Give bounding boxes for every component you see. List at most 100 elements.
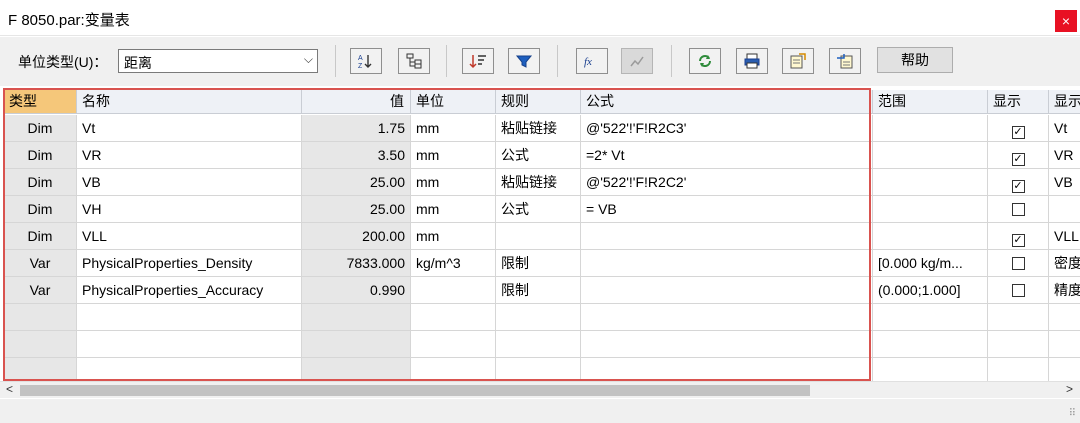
table-cell-show[interactable]	[988, 196, 1049, 223]
table-cell-value[interactable]: 1.75	[302, 115, 411, 142]
table-cell-formula[interactable]	[581, 304, 873, 331]
table-cell-type[interactable]: Dim	[4, 196, 77, 223]
table-cell-range[interactable]	[873, 358, 988, 381]
table-cell-name[interactable]: PhysicalProperties_Density	[77, 250, 302, 277]
table-cell-display[interactable]: VR	[1049, 142, 1080, 169]
column-header-type[interactable]: 类型	[4, 90, 77, 114]
table-cell-range[interactable]	[873, 115, 988, 142]
show-checkbox[interactable]: ✓	[1011, 234, 1025, 247]
scrollbar-thumb[interactable]	[20, 385, 810, 396]
table-cell-range[interactable]: (0.000;1.000]	[873, 277, 988, 304]
table-cell-value[interactable]: 0.990	[302, 277, 411, 304]
table-cell-unit[interactable]: mm	[411, 223, 496, 250]
print-button[interactable]	[736, 48, 768, 74]
table-cell-unit[interactable]: kg/m^3	[411, 250, 496, 277]
table-cell-formula[interactable]: =2* Vt	[581, 142, 873, 169]
close-button[interactable]: ×	[1055, 10, 1077, 32]
table-cell-type[interactable]	[4, 358, 77, 381]
table-cell-show[interactable]	[988, 250, 1049, 277]
table-cell-range[interactable]	[873, 142, 988, 169]
show-checkbox[interactable]: ✓	[1011, 126, 1025, 139]
table-cell-rule[interactable]	[496, 358, 581, 381]
table-cell-name[interactable]	[77, 331, 302, 358]
show-checkbox[interactable]: ✓	[1011, 180, 1025, 193]
show-checkbox[interactable]	[1011, 203, 1025, 216]
table-cell-range[interactable]	[873, 169, 988, 196]
table-cell-rule[interactable]: 公式	[496, 196, 581, 223]
table-cell-name[interactable]: Vt	[77, 115, 302, 142]
graph-button[interactable]	[621, 48, 653, 74]
table-cell-rule[interactable]: 粘贴链接	[496, 169, 581, 196]
table-cell-display[interactable]: Vt	[1049, 115, 1080, 142]
table-cell-type[interactable]	[4, 304, 77, 331]
table-cell-range[interactable]: [0.000 kg/m...	[873, 250, 988, 277]
table-cell-type[interactable]	[4, 331, 77, 358]
table-cell-show[interactable]: ✓	[988, 169, 1049, 196]
table-cell-formula[interactable]	[581, 277, 873, 304]
table-cell-value[interactable]: 7833.000	[302, 250, 411, 277]
table-cell-name[interactable]: VH	[77, 196, 302, 223]
table-cell-display[interactable]	[1049, 304, 1080, 331]
table-cell-name[interactable]: VB	[77, 169, 302, 196]
table-cell-type[interactable]: Var	[4, 277, 77, 304]
table-cell-unit[interactable]: mm	[411, 196, 496, 223]
table-cell-display[interactable]: VLL	[1049, 223, 1080, 250]
help-button[interactable]: 帮助	[877, 47, 953, 73]
table-cell-display[interactable]: VB	[1049, 169, 1080, 196]
table-cell-value[interactable]	[302, 358, 411, 381]
table-cell-formula[interactable]	[581, 250, 873, 277]
column-header-unit[interactable]: 单位	[411, 90, 496, 114]
table-cell-unit[interactable]	[411, 331, 496, 358]
import-button[interactable]	[829, 48, 861, 74]
table-cell-unit[interactable]: mm	[411, 142, 496, 169]
table-cell-formula[interactable]	[581, 223, 873, 250]
resize-grip-icon[interactable]: ⠿	[1069, 408, 1076, 419]
column-header-range[interactable]: 范围	[873, 90, 988, 114]
table-cell-display[interactable]	[1049, 196, 1080, 223]
table-cell-show[interactable]: ✓	[988, 223, 1049, 250]
table-cell-name[interactable]	[77, 358, 302, 381]
table-cell-rule[interactable]	[496, 331, 581, 358]
table-cell-name[interactable]: PhysicalProperties_Accuracy	[77, 277, 302, 304]
table-cell-name[interactable]: VLL	[77, 223, 302, 250]
table-cell-unit[interactable]	[411, 358, 496, 381]
table-cell-range[interactable]	[873, 331, 988, 358]
table-cell-formula[interactable]	[581, 331, 873, 358]
table-cell-rule[interactable]: 限制	[496, 277, 581, 304]
table-cell-show[interactable]	[988, 331, 1049, 358]
table-cell-value[interactable]: 25.00	[302, 169, 411, 196]
table-cell-range[interactable]	[873, 223, 988, 250]
table-cell-range[interactable]	[873, 196, 988, 223]
table-cell-rule[interactable]	[496, 304, 581, 331]
scroll-left-arrow[interactable]: <	[6, 382, 13, 396]
table-cell-formula[interactable]: @'522'!'F!R2C2'	[581, 169, 873, 196]
column-header-formula[interactable]: 公式	[581, 90, 873, 114]
sort-az-button[interactable]: A Z	[350, 48, 382, 74]
unit-type-select[interactable]: 距离 ⌵	[118, 49, 318, 73]
table-cell-type[interactable]: Dim	[4, 115, 77, 142]
table-cell-unit[interactable]: mm	[411, 115, 496, 142]
table-cell-rule[interactable]: 粘贴链接	[496, 115, 581, 142]
show-checkbox[interactable]	[1011, 257, 1025, 270]
table-cell-rule[interactable]	[496, 223, 581, 250]
column-header-name[interactable]: 名称	[77, 90, 302, 114]
table-cell-unit[interactable]	[411, 304, 496, 331]
table-cell-name[interactable]: VR	[77, 142, 302, 169]
column-header-value[interactable]: 值	[302, 90, 411, 114]
table-cell-rule[interactable]: 限制	[496, 250, 581, 277]
export-button[interactable]	[782, 48, 814, 74]
show-checkbox[interactable]: ✓	[1011, 153, 1025, 166]
table-cell-unit[interactable]	[411, 277, 496, 304]
horizontal-scrollbar[interactable]: < >	[0, 381, 1080, 398]
table-cell-show[interactable]: ✓	[988, 142, 1049, 169]
table-cell-formula[interactable]	[581, 358, 873, 381]
table-cell-formula[interactable]: @'522'!'F!R2C3'	[581, 115, 873, 142]
table-cell-type[interactable]: Var	[4, 250, 77, 277]
table-cell-formula[interactable]: = VB	[581, 196, 873, 223]
table-cell-show[interactable]: ✓	[988, 115, 1049, 142]
filter-button[interactable]	[508, 48, 540, 74]
table-cell-type[interactable]: Dim	[4, 142, 77, 169]
column-header-show[interactable]: 显示	[988, 90, 1049, 114]
table-cell-rule[interactable]: 公式	[496, 142, 581, 169]
table-cell-show[interactable]	[988, 304, 1049, 331]
